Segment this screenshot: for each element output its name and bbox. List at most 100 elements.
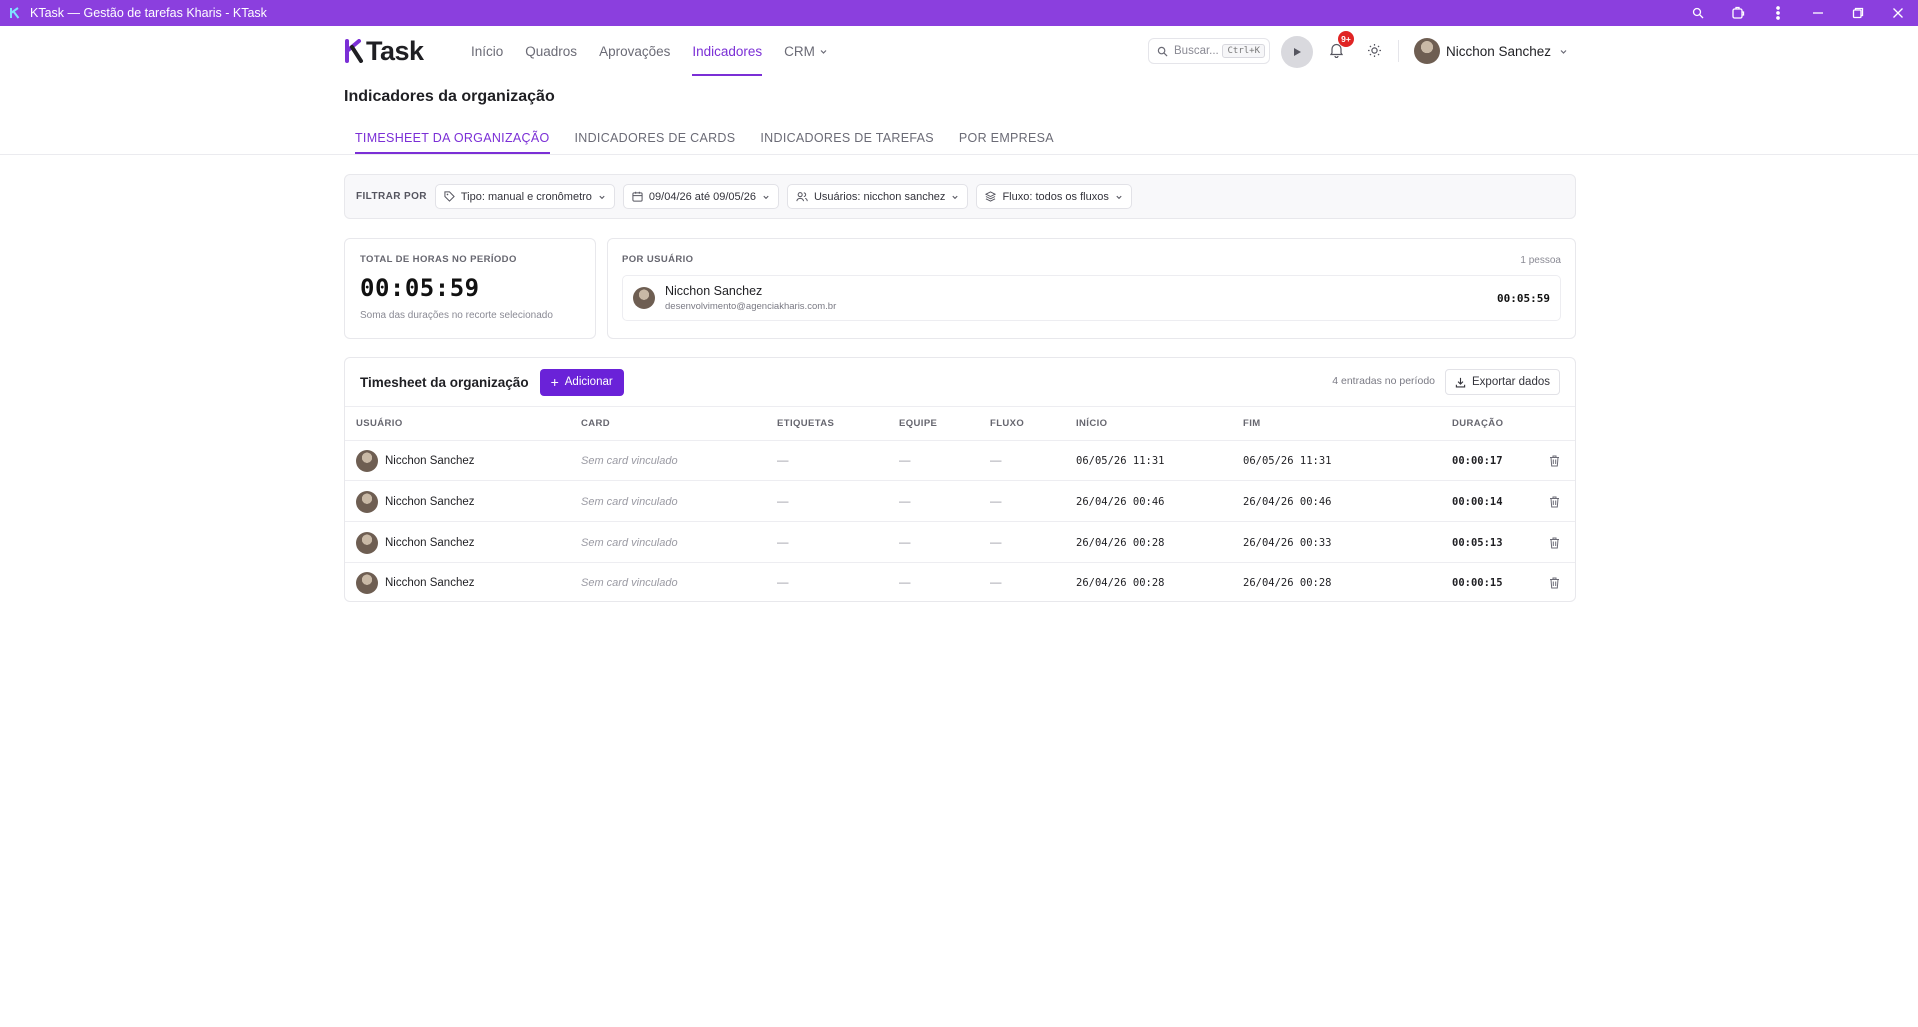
filter-users-dropdown[interactable]: Usuários: nicchon sanchez (786, 184, 969, 209)
row-end: 26/04/26 00:33 (1243, 537, 1332, 549)
filter-date-range-dropdown[interactable]: 09/04/26 até 09/05/26 (622, 184, 779, 209)
window-titlebar: KTask — Gestão de tarefas Kharis - KTask (0, 0, 1918, 26)
row-start: 26/04/26 00:28 (1076, 537, 1165, 549)
row-start: 06/05/26 11:31 (1076, 455, 1165, 467)
row-user-name: Nicchon Sanchez (385, 496, 475, 508)
chevron-down-icon (1560, 49, 1567, 54)
row-duration: 00:00:17 (1452, 455, 1503, 467)
row-duration: 00:00:15 (1452, 577, 1503, 589)
trash-icon[interactable] (1549, 563, 1560, 603)
chevron-down-icon (951, 193, 959, 201)
per-user-label: POR USUÁRIO (622, 254, 694, 265)
row-card: Sem card vinculado (581, 577, 678, 589)
minimize-icon[interactable] (1798, 0, 1838, 26)
row-user-name: Nicchon Sanchez (385, 455, 475, 467)
row-user: Nicchon Sanchez (356, 441, 475, 481)
row-tags: — (777, 496, 789, 508)
notifications-badge: 9+ (1338, 31, 1354, 47)
column-header-duracao[interactable]: DURAÇÃO (1452, 418, 1503, 429)
row-user: Nicchon Sanchez (356, 482, 475, 522)
sun-icon (1367, 43, 1381, 57)
filter-flow-label: Fluxo: todos os fluxos (1002, 190, 1109, 203)
row-end: 26/04/26 00:46 (1243, 496, 1332, 508)
avatar (356, 572, 378, 594)
total-hours-label: TOTAL DE HORAS NO PERÍODO (360, 254, 517, 265)
per-user-row[interactable]: Nicchon Sanchez desenvolvimento@agenciak… (622, 275, 1561, 321)
user-menu[interactable]: Nicchon Sanchez (1414, 36, 1568, 66)
table-row[interactable]: Nicchon Sanchez Sem card vinculado — — —… (345, 523, 1575, 563)
filter-bar: FILTRAR POR Tipo: manual e cronômetro 09… (344, 174, 1576, 219)
add-entry-button[interactable]: + Adicionar (539, 368, 624, 396)
ktask-logo-mark (345, 39, 363, 63)
search-icon (1157, 46, 1168, 57)
play-icon (1294, 48, 1301, 56)
extensions-icon[interactable] (1718, 0, 1758, 26)
calendar-icon (632, 191, 643, 202)
tab-por-empresa[interactable]: POR EMPRESA (948, 121, 1065, 154)
filter-users-label: Usuários: nicchon sanchez (813, 190, 946, 203)
row-user: Nicchon Sanchez (356, 563, 475, 603)
row-flow: — (990, 496, 1002, 508)
nav-link-crm-label: CRM (784, 43, 815, 59)
column-header-fim[interactable]: FIM (1243, 418, 1261, 429)
more-vertical-icon[interactable] (1758, 0, 1798, 26)
search-input[interactable]: Buscar... Ctrl+K (1148, 38, 1270, 64)
row-user: Nicchon Sanchez (356, 523, 475, 563)
nav-link-indicadores[interactable]: Indicadores (692, 26, 762, 76)
theme-toggle-button[interactable] (1364, 40, 1384, 60)
row-flow: — (990, 537, 1002, 549)
filter-type-dropdown[interactable]: Tipo: manual e cronômetro (434, 184, 615, 209)
filter-flow-dropdown[interactable]: Fluxo: todos os fluxos (976, 184, 1132, 209)
column-header-fluxo[interactable]: FLUXO (990, 418, 1024, 429)
row-start: 26/04/26 00:28 (1076, 577, 1165, 589)
chevron-down-icon (598, 193, 606, 201)
tab-timesheet-organizacao[interactable]: TIMESHEET DA ORGANIZAÇÃO (344, 121, 561, 154)
trash-icon[interactable] (1549, 523, 1560, 563)
search-placeholder: Buscar... (1174, 45, 1219, 57)
column-header-equipe[interactable]: EQUIPE (899, 418, 937, 429)
column-header-etiquetas[interactable]: ETIQUETAS (777, 418, 834, 429)
timer-play-button[interactable] (1281, 36, 1313, 68)
row-card: Sem card vinculado (581, 455, 678, 467)
table-row[interactable]: Nicchon Sanchez Sem card vinculado — — —… (345, 482, 1575, 522)
restore-icon[interactable] (1838, 0, 1878, 26)
row-card: Sem card vinculado (581, 496, 678, 508)
close-icon[interactable] (1878, 0, 1918, 26)
row-user-name: Nicchon Sanchez (385, 577, 475, 589)
nav-link-quadros[interactable]: Quadros (525, 26, 577, 76)
tag-icon (444, 191, 455, 202)
trash-icon[interactable] (1549, 482, 1560, 522)
nav-link-aprovacoes[interactable]: Aprovações (599, 26, 670, 76)
export-data-button[interactable]: Exportar dados (1445, 369, 1560, 395)
table-row[interactable]: Nicchon Sanchez Sem card vinculado — — —… (345, 441, 1575, 481)
row-flow: — (990, 455, 1002, 467)
ktask-logo[interactable]: Task (344, 35, 424, 67)
row-flow: — (990, 577, 1002, 589)
column-header-card[interactable]: CARD (581, 418, 610, 429)
row-card: Sem card vinculado (581, 537, 678, 549)
indicator-tabs: TIMESHEET DA ORGANIZAÇÃO INDICADORES DE … (344, 121, 1068, 154)
avatar (1414, 38, 1440, 64)
timesheet-table-card: Timesheet da organização + Adicionar 4 e… (344, 357, 1576, 602)
row-duration: 00:05:13 (1452, 537, 1503, 549)
total-hours-value: 00:05:59 (360, 274, 480, 302)
row-team: — (899, 455, 911, 467)
nav-link-crm[interactable]: CRM (784, 26, 828, 76)
users-icon (796, 191, 808, 202)
zoom-icon[interactable] (1678, 0, 1718, 26)
per-user-duration: 00:05:59 (1497, 291, 1550, 305)
nav-link-inicio[interactable]: Início (471, 26, 503, 76)
per-user-email: desenvolvimento@agenciakharis.com.br (665, 301, 837, 312)
column-header-usuario[interactable]: USUÁRIO (356, 418, 403, 429)
tab-indicadores-tarefas[interactable]: INDICADORES DE TAREFAS (749, 121, 945, 154)
total-hours-help: Soma das durações no recorte selecionado (360, 310, 553, 321)
trash-icon[interactable] (1549, 441, 1560, 481)
page-title: Indicadores da organização (344, 88, 555, 105)
avatar (356, 532, 378, 554)
tab-indicadores-cards[interactable]: INDICADORES DE CARDS (564, 121, 747, 154)
column-header-inicio[interactable]: INÍCIO (1076, 418, 1107, 429)
search-shortcut: Ctrl+K (1222, 44, 1265, 58)
entries-count: 4 entradas no período (1332, 375, 1435, 387)
nav-divider (1398, 40, 1399, 62)
table-row[interactable]: Nicchon Sanchez Sem card vinculado — — —… (345, 563, 1575, 603)
